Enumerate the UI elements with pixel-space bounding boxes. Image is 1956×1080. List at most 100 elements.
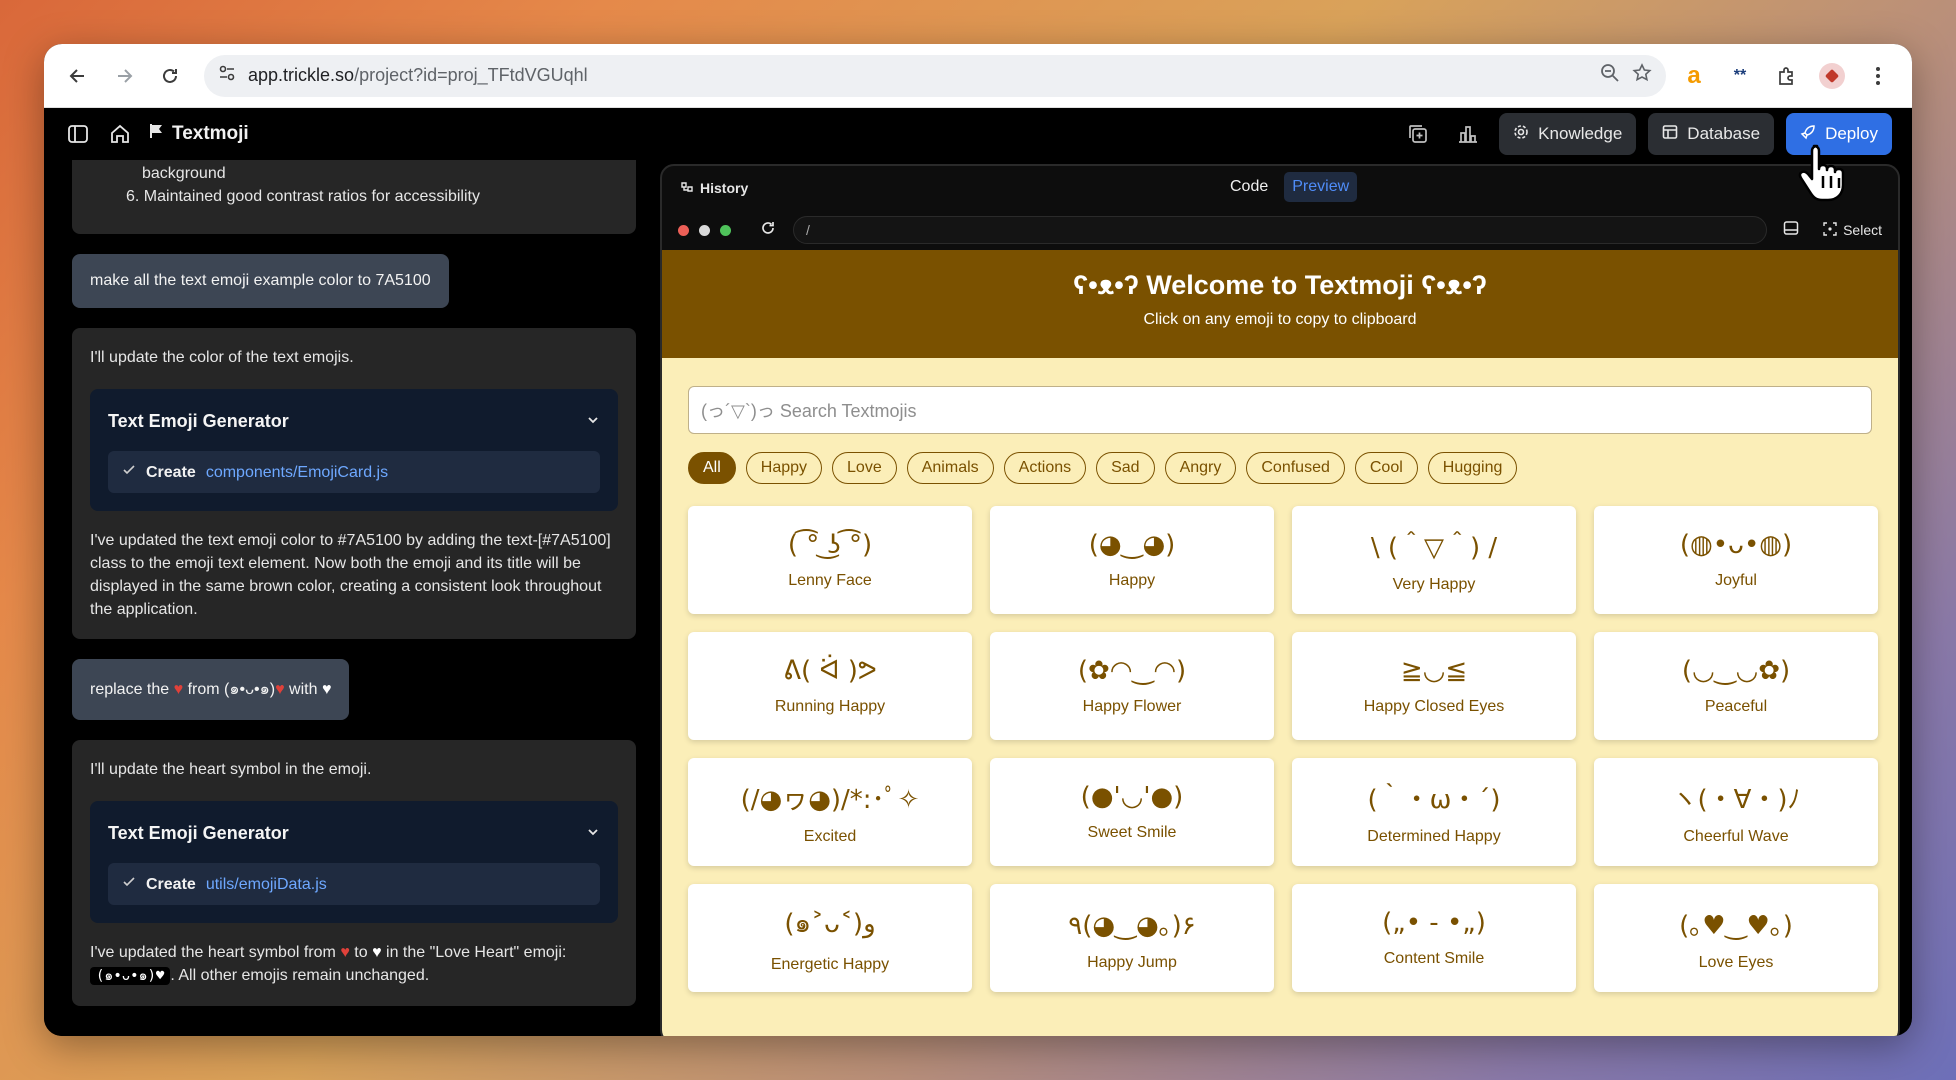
emoji-card[interactable]: (◡‿◡✿) Peaceful: [1594, 632, 1878, 740]
gray-dot-icon: [699, 224, 710, 236]
emoji-card[interactable]: (/◕ヮ◕)/*:･ﾟ✧ Excited: [688, 758, 972, 866]
project-title[interactable]: Textmoji: [148, 122, 249, 146]
emoji-card[interactable]: ( ͡° ͜ʖ ͡°) Lenny Face: [688, 506, 972, 614]
tab-preview[interactable]: Preview: [1284, 172, 1358, 202]
message-text: 6. Maintained good contrast ratios for a…: [126, 188, 480, 205]
emoji-text: (｡♥‿♥｡): [1679, 910, 1793, 941]
message-text: make all the text emoji example color to…: [90, 272, 431, 289]
flag-icon: [148, 122, 166, 146]
emoji-card[interactable]: ヽ(・∀・)ﾉ Cheerful Wave: [1594, 758, 1878, 866]
filter-chip-confused[interactable]: Confused: [1246, 452, 1345, 484]
tool-step-path[interactable]: components/EmojiCard.js: [206, 461, 388, 484]
emoji-text: (◍•ᴗ•◍): [1679, 530, 1793, 560]
inline-code: (๑•ᴗ•๑)♥: [90, 967, 171, 985]
filter-chip-love[interactable]: Love: [832, 452, 897, 484]
message-fragment: I've updated the heart symbol from: [90, 944, 336, 961]
sidebar-toggle-icon[interactable]: [64, 120, 92, 148]
tool-card-header[interactable]: Text Emoji Generator: [108, 403, 600, 439]
zoom-icon[interactable]: [1600, 63, 1620, 88]
emoji-name: Love Eyes: [1698, 953, 1774, 971]
back-icon[interactable]: [60, 58, 96, 94]
tool-step-action: Create: [146, 463, 196, 481]
emoji-card[interactable]: (●'◡'●) Sweet Smile: [990, 758, 1274, 866]
emoji-name: Happy Closed Eyes: [1363, 698, 1505, 715]
emoji-name: Determined Happy: [1367, 827, 1501, 845]
message-text: I'll update the heart symbol in the emoj…: [90, 761, 372, 778]
emoji-card[interactable]: (◕‿◕) Happy: [990, 506, 1274, 614]
emoji-card[interactable]: \ (＾▽＾) / Very Happy: [1292, 506, 1576, 614]
tool-step-path[interactable]: utils/emojiData.js: [206, 873, 327, 896]
amazon-extension-icon[interactable]: a: [1676, 58, 1712, 94]
emoji-card[interactable]: (◍•ᴗ•◍) Joyful: [1594, 506, 1878, 614]
url-path: /project?id=proj_TFtdVGUqhl: [354, 65, 588, 85]
duplicate-icon[interactable]: [1399, 115, 1437, 153]
filter-chip-sad[interactable]: Sad: [1096, 452, 1155, 484]
message-text: I've updated the text emoji color to #7A…: [90, 532, 611, 618]
knowledge-button[interactable]: Knowledge: [1499, 113, 1637, 155]
emoji-text: ヽ(・∀・)ﾉ: [1671, 784, 1801, 815]
layout-toggle-icon[interactable]: [1783, 220, 1799, 241]
message-fragment: . All other emojis remain unchanged.: [170, 967, 430, 984]
database-button[interactable]: Database: [1648, 113, 1775, 155]
chevron-down-icon[interactable]: [586, 822, 600, 845]
analytics-icon[interactable]: [1449, 115, 1487, 153]
filter-chip-all[interactable]: All: [688, 452, 736, 484]
emoji-name: Sweet Smile: [1087, 824, 1177, 841]
tool-step[interactable]: Create utils/emojiData.js: [108, 863, 600, 905]
history-icon: [680, 180, 694, 197]
browser-window: app.trickle.so/project?id=proj_TFtdVGUqh…: [44, 44, 1912, 1036]
white-heart-icon: ♥: [372, 944, 382, 961]
url-text[interactable]: app.trickle.so/project?id=proj_TFtdVGUqh…: [248, 65, 1588, 86]
check-icon: [122, 873, 136, 896]
forward-icon[interactable]: [106, 58, 142, 94]
emoji-card[interactable]: (｀・ω・´) Determined Happy: [1292, 758, 1576, 866]
app-header: Textmoji Knowledge Database Deploy: [44, 108, 1912, 160]
select-element-button[interactable]: Select: [1823, 221, 1882, 239]
emoji-card[interactable]: („• - •„) Content Smile: [1292, 884, 1576, 992]
profile-avatar[interactable]: [1814, 58, 1850, 94]
gear-icon: [1513, 124, 1529, 145]
database-label: Database: [1687, 124, 1761, 143]
filter-chip-hugging[interactable]: Hugging: [1427, 452, 1518, 484]
emoji-card[interactable]: (｡♥‿♥｡) Love Eyes: [1594, 884, 1878, 992]
site-settings-icon[interactable]: [218, 64, 236, 87]
table-icon: [1662, 124, 1678, 145]
chat-message-ai: I'll update the color of the text emojis…: [72, 328, 636, 639]
tool-card: Text Emoji Generator Create utils/emojiD…: [90, 801, 618, 923]
bookmark-star-icon[interactable]: [1632, 63, 1652, 88]
preview-url-input[interactable]: /: [793, 216, 1768, 244]
reload-icon[interactable]: [152, 58, 188, 94]
tool-card-header[interactable]: Text Emoji Generator: [108, 815, 600, 851]
emoji-text: (｀・ω・´): [1367, 784, 1501, 815]
emoji-card[interactable]: (✿◠‿◠) Happy Flower: [990, 632, 1274, 740]
history-button[interactable]: History: [680, 180, 748, 197]
browser-menu-icon[interactable]: [1860, 58, 1896, 94]
tab-code[interactable]: Code: [1222, 172, 1276, 202]
white-heart-icon: ♥: [321, 681, 332, 698]
search-input[interactable]: (っ´▽`)っ Search Textmojis: [688, 386, 1872, 434]
filter-chip-happy[interactable]: Happy: [745, 452, 823, 484]
message-text: I've updated the heart symbol from ♥ to …: [90, 941, 618, 988]
emoji-card[interactable]: ᕕ( ᐛ )ᕗ Running Happy: [688, 632, 972, 740]
address-bar[interactable]: app.trickle.so/project?id=proj_TFtdVGUqh…: [204, 54, 1666, 97]
preview-reload-icon[interactable]: [759, 219, 777, 242]
emoji-text: ٩(◕‿◕｡)۶: [1068, 910, 1196, 941]
filter-chip-angry[interactable]: Angry: [1164, 452, 1237, 484]
home-icon[interactable]: [106, 120, 134, 148]
emoji-card[interactable]: (๑˃ᴗ˂)ﻭ Energetic Happy: [688, 884, 972, 992]
tool-card-title: Text Emoji Generator: [108, 822, 289, 843]
filter-chip-animals[interactable]: Animals: [906, 452, 994, 484]
emoji-text: (◕‿◕): [1088, 530, 1176, 560]
emoji-card[interactable]: ٩(◕‿◕｡)۶ Happy Jump: [990, 884, 1274, 992]
filter-chip-actions[interactable]: Actions: [1003, 452, 1087, 484]
password-extension-icon[interactable]: **: [1722, 58, 1758, 94]
tool-step[interactable]: Create components/EmojiCard.js: [108, 451, 600, 493]
tool-step-action: Create: [146, 875, 196, 893]
chat-panel[interactable]: background 6. Maintained good contrast r…: [44, 160, 664, 1036]
emoji-card[interactable]: ≧◡≦ Happy Closed Eyes: [1292, 632, 1576, 740]
chevron-down-icon[interactable]: [586, 410, 600, 433]
emoji-name: Lenny Face: [788, 572, 872, 589]
filter-chip-cool[interactable]: Cool: [1354, 452, 1418, 484]
red-heart-icon: ♥: [275, 681, 285, 698]
extensions-puzzle-icon[interactable]: [1768, 58, 1804, 94]
